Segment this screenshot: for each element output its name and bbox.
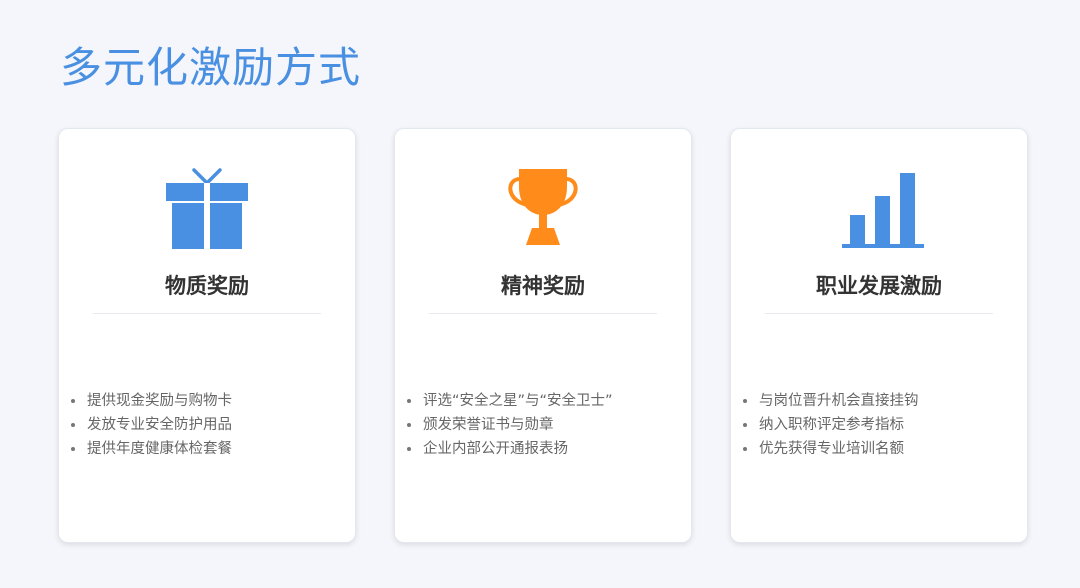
- benefit-list: 与岗位晋升机会直接挂钩 纳入职称评定参考指标 优先获得专业培训名额: [741, 389, 919, 461]
- card-title: 精神奖励: [501, 273, 585, 298]
- card-career-development: 职业发展激励 与岗位晋升机会直接挂钩 纳入职称评定参考指标 优先获得专业培训名额: [730, 128, 1028, 543]
- bar-chart-icon: [834, 167, 924, 251]
- card-title: 职业发展激励: [816, 273, 942, 298]
- card-material-rewards: 物质奖励 提供现金奖励与购物卡 发放专业安全防护用品 提供年度健康体检套餐: [58, 128, 356, 543]
- card-title: 物质奖励: [165, 273, 249, 298]
- divider: [93, 313, 321, 314]
- benefit-list: 提供现金奖励与购物卡 发放专业安全防护用品 提供年度健康体检套餐: [69, 389, 232, 461]
- divider: [429, 313, 657, 314]
- list-item: 优先获得专业培训名额: [741, 437, 919, 461]
- trophy-icon: [498, 167, 588, 251]
- list-item: 纳入职称评定参考指标: [741, 413, 919, 437]
- list-item: 与岗位晋升机会直接挂钩: [741, 389, 919, 413]
- list-item: 提供年度健康体检套餐: [69, 437, 232, 461]
- benefit-list: 评选“安全之星”与“安全卫士” 颁发荣誉证书与勋章 企业内部公开通报表扬: [405, 389, 613, 461]
- list-item: 发放专业安全防护用品: [69, 413, 232, 437]
- list-item: 企业内部公开通报表扬: [405, 437, 613, 461]
- gift-icon: [162, 167, 252, 251]
- divider: [765, 313, 993, 314]
- card-spiritual-rewards: 精神奖励 评选“安全之星”与“安全卫士” 颁发荣誉证书与勋章 企业内部公开通报表…: [394, 128, 692, 543]
- page-title: 多元化激励方式: [60, 43, 362, 92]
- list-item: 评选“安全之星”与“安全卫士”: [405, 389, 613, 413]
- list-item: 提供现金奖励与购物卡: [69, 389, 232, 413]
- list-item: 颁发荣誉证书与勋章: [405, 413, 613, 437]
